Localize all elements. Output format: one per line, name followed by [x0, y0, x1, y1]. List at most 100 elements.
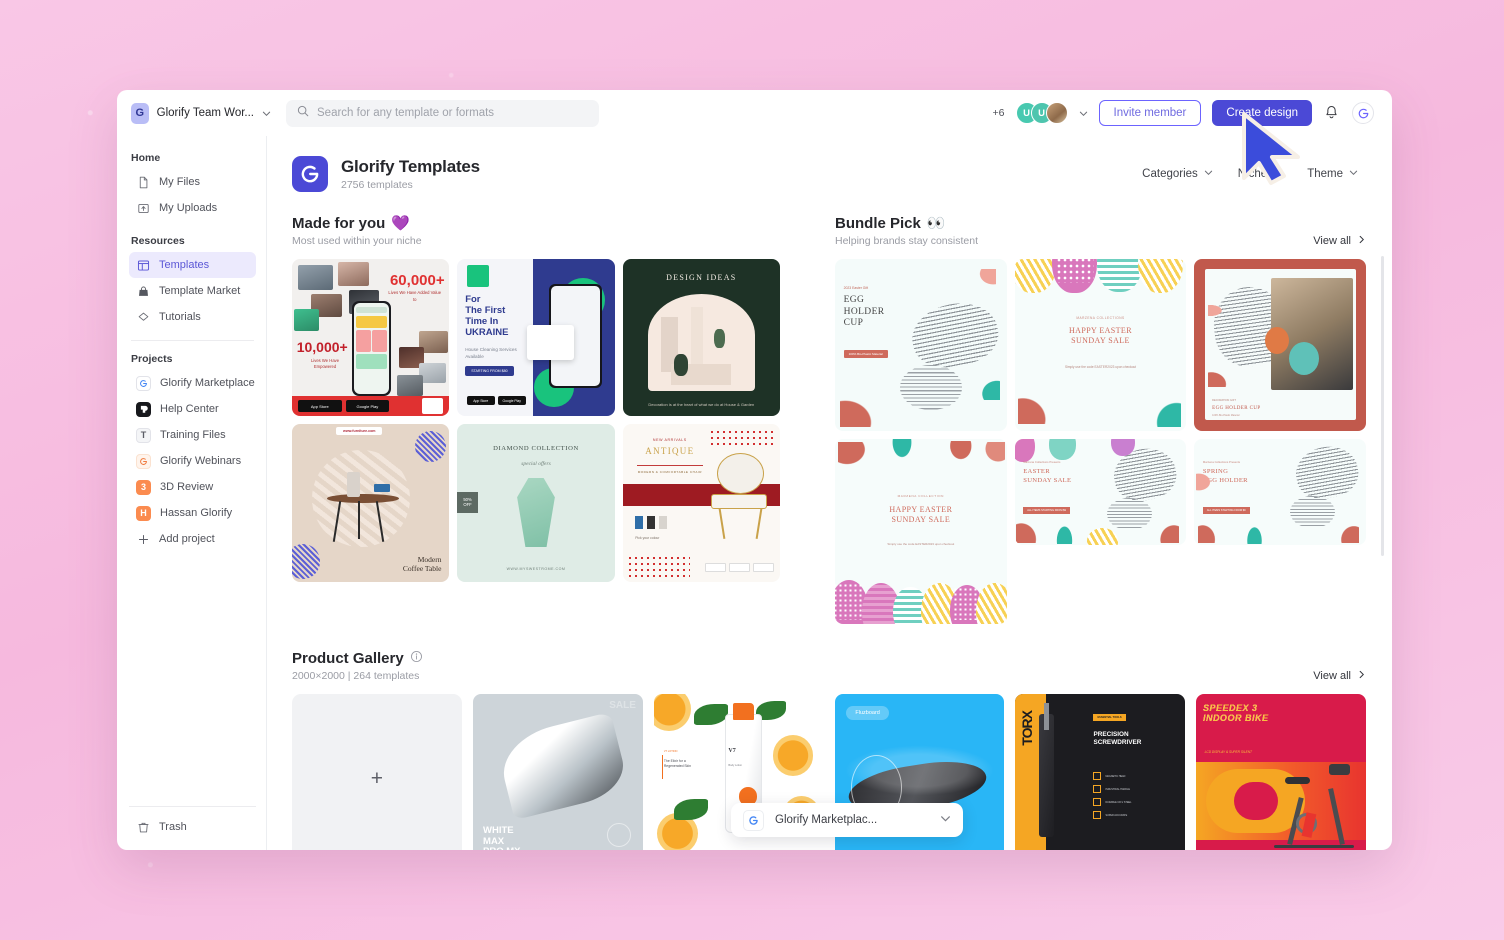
invite-member-button[interactable]: Invite member	[1098, 100, 1202, 126]
template-card-app-stats[interactable]: 60,000+ Lives We Have Added Value to 10,…	[292, 259, 450, 417]
template-title: EGG HOLDER CUP	[1212, 406, 1261, 412]
avatars-chevron-down-icon[interactable]	[1079, 109, 1088, 118]
search-icon	[297, 104, 309, 122]
template-line: PRECISION	[1093, 731, 1129, 739]
template-card-happy-easter-eggs[interactable]: MARZENA COLLECTION HAPPY EASTER SUNDAY S…	[835, 438, 1007, 625]
sidebar-footer: Trash	[129, 806, 256, 850]
sidebar-item-templates[interactable]: Templates	[129, 252, 256, 278]
app-store-badge: App Store	[298, 399, 342, 413]
section-subtitle: Helping brands stay consistent	[835, 235, 978, 247]
add-project-button[interactable]: Add project	[129, 526, 256, 552]
filter-label: Categories	[1142, 168, 1198, 180]
template-subline: Lives We Have Empowered	[310, 358, 340, 370]
sidebar-item-3d-review[interactable]: 3 3D Review	[129, 474, 256, 500]
template-line: Time In	[465, 315, 499, 327]
template-eyebrow: V7 LOTION	[663, 750, 678, 754]
glorify-g-icon	[136, 375, 151, 391]
template-note: 100% Bio-Plastic Material	[1212, 414, 1240, 418]
template-card-diamond-collection[interactable]: DIAMOND COLLECTION special offers 50% OF…	[457, 424, 615, 582]
view-all-product-gallery[interactable]: View all	[1313, 670, 1366, 682]
template-card-ukraine-cleaning[interactable]: For The First Time In UKRAINE House Clea…	[457, 259, 615, 417]
template-line: The First	[465, 304, 506, 316]
template-card-modern-coffee-table[interactable]: www.furniture.com Modern Coffee Table	[292, 424, 450, 582]
section-title-row: Bundle Pick 👀	[835, 214, 978, 233]
template-eyebrow: MARZENA COLLECTIONS	[1076, 315, 1125, 320]
sidebar-item-label: Templates	[159, 259, 210, 271]
user-avatar[interactable]	[1352, 102, 1374, 124]
sidebar-item-label: Help Center	[160, 403, 219, 415]
template-line: SUNDAY SALE	[891, 515, 951, 525]
sidebar-section-resources: Resources	[131, 235, 185, 247]
template-line: SCREWDRIVER	[1093, 739, 1142, 747]
template-card-precision-screwdriver[interactable]: TORX ESSENTIAL TOOLS PRECISION SCREWDRIV…	[1015, 694, 1186, 850]
search-input[interactable]	[317, 107, 588, 119]
member-avatars[interactable]: U U	[1015, 102, 1068, 124]
info-icon[interactable]	[410, 650, 423, 667]
search-bar[interactable]	[286, 99, 599, 127]
template-card-white-max-pro-mx[interactable]: SALE WHITE MAX PRO MX	[472, 694, 643, 850]
trash-icon	[136, 820, 150, 834]
filter-categories[interactable]: Categories	[1142, 168, 1213, 180]
template-line: HAPPY EASTER	[1069, 325, 1132, 335]
vertical-scrollbar[interactable]	[1381, 256, 1384, 556]
add-template-card[interactable]: +	[292, 694, 462, 850]
project-select-dropdown[interactable]: Glorify Marketplac...	[731, 803, 963, 837]
glorify-g-icon	[136, 453, 151, 469]
sidebar-item-trash[interactable]: Trash	[129, 814, 256, 840]
template-note: Simply use the code EASTER2023 upon chec…	[887, 542, 955, 547]
template-card-spring-egg-holder[interactable]: Marzena Collections Presents SPRING EGG …	[1194, 438, 1366, 546]
template-title-a: Modern	[417, 555, 442, 565]
sidebar-item-hassan-glorify[interactable]: H Hassan Glorify	[129, 500, 256, 526]
template-headline: 10,000+	[296, 339, 348, 356]
view-all-bundle-pick[interactable]: View all	[1313, 235, 1366, 247]
template-card-speedex-3-indoor-bike[interactable]: SPEEDEX 3 INDOOR BIKE LCD DISPLAY & SUPE…	[1196, 694, 1366, 850]
template-brand: V7	[728, 748, 736, 755]
template-subline: House Cleaning Services Available	[465, 346, 517, 359]
sidebar-section-home: Home	[131, 152, 161, 164]
templates-icon	[136, 258, 150, 272]
app-window: G Glorify Team Wor... +6 U U Invite memb…	[117, 90, 1392, 850]
app-body: Home My Files My Uploads Resources Templ…	[117, 136, 1392, 850]
template-line: Regenerated Skin	[663, 763, 692, 768]
add-project-label: Add project	[159, 533, 215, 545]
template-title-b: Coffee Table	[402, 564, 442, 574]
template-url: WWW.MYSWESTROME.COM	[506, 566, 566, 571]
notifications-bell-icon[interactable]	[1323, 104, 1341, 122]
section-made-for-you: Made for you 💜 Most used within your nic…	[292, 214, 780, 624]
sidebar-divider	[131, 340, 254, 341]
sidebar-item-help-center[interactable]: Help Center	[129, 396, 256, 422]
sidebar-item-template-market[interactable]: Template Market	[129, 278, 256, 304]
sidebar-item-my-uploads[interactable]: My Uploads	[129, 195, 256, 221]
filter-theme[interactable]: Theme	[1307, 168, 1358, 180]
template-card-design-ideas[interactable]: DESIGN IDEAS Decoration is at the heart …	[622, 259, 780, 417]
template-eyebrow: MARZENA COLLECTION	[897, 494, 945, 499]
made-for-you-grid: 60,000+ Lives We Have Added Value to 10,…	[292, 259, 780, 582]
template-subtitle: special offers	[521, 460, 551, 467]
template-card-antique-chair[interactable]: NEW ARRIVALS ANTIQUE MODERN & COMFORTABL…	[622, 424, 780, 582]
sidebar-item-training-files[interactable]: T Training Files	[129, 422, 256, 448]
template-subline: MODERN & COMFORTABLE CHAIR	[637, 469, 702, 474]
template-line: HAPPY EASTER	[889, 505, 953, 515]
sidebar-item-glorify-marketplace[interactable]: Glorify Marketplace	[129, 370, 256, 396]
template-line: INDOOR BIKE	[1202, 713, 1269, 724]
workspace-switcher[interactable]: G Glorify Team Wor...	[131, 102, 271, 124]
section-header: Bundle Pick 👀 Helping brands stay consis…	[835, 214, 1366, 247]
section-header: Product Gallery 2000×2000 | 264 template…	[292, 650, 1366, 682]
sidebar-item-my-files[interactable]: My Files	[129, 169, 256, 195]
template-card-happy-easter-sunday-sale[interactable]: MARZENA COLLECTIONS HAPPY EASTER SUNDAY …	[1014, 259, 1187, 431]
template-line: SUNDAY SALE	[1071, 335, 1130, 345]
template-card-egg-holder-cup[interactable]: 2023 Easter Gift EGG HOLDER CUP 100% Bio…	[835, 259, 1007, 431]
sidebar-item-label: Glorify Marketplace	[160, 377, 255, 389]
sidebar-item-glorify-webinars[interactable]: Glorify Webinars	[129, 448, 256, 474]
template-title: DIAMOND COLLECTION	[493, 444, 579, 452]
template-url: www.furniture.com	[336, 427, 383, 436]
sidebar-item-tutorials[interactable]: Tutorials	[129, 304, 256, 330]
template-line: For	[465, 293, 481, 305]
template-card-easter-sunday-sale[interactable]: Marzena Collections Presents EASTER SUND…	[1014, 438, 1187, 546]
discount-badge-off: OFF	[463, 502, 472, 508]
chevron-down-icon	[940, 811, 951, 829]
section-title-row: Made for you 💜	[292, 214, 422, 233]
template-card-egg-holder-cup-photo[interactable]: DECORATION GIFT EGG HOLDER CUP 100% Bio-…	[1194, 259, 1366, 431]
google-play-badge: Google Play	[497, 396, 526, 406]
sidebar-item-label: 3D Review	[160, 481, 214, 493]
